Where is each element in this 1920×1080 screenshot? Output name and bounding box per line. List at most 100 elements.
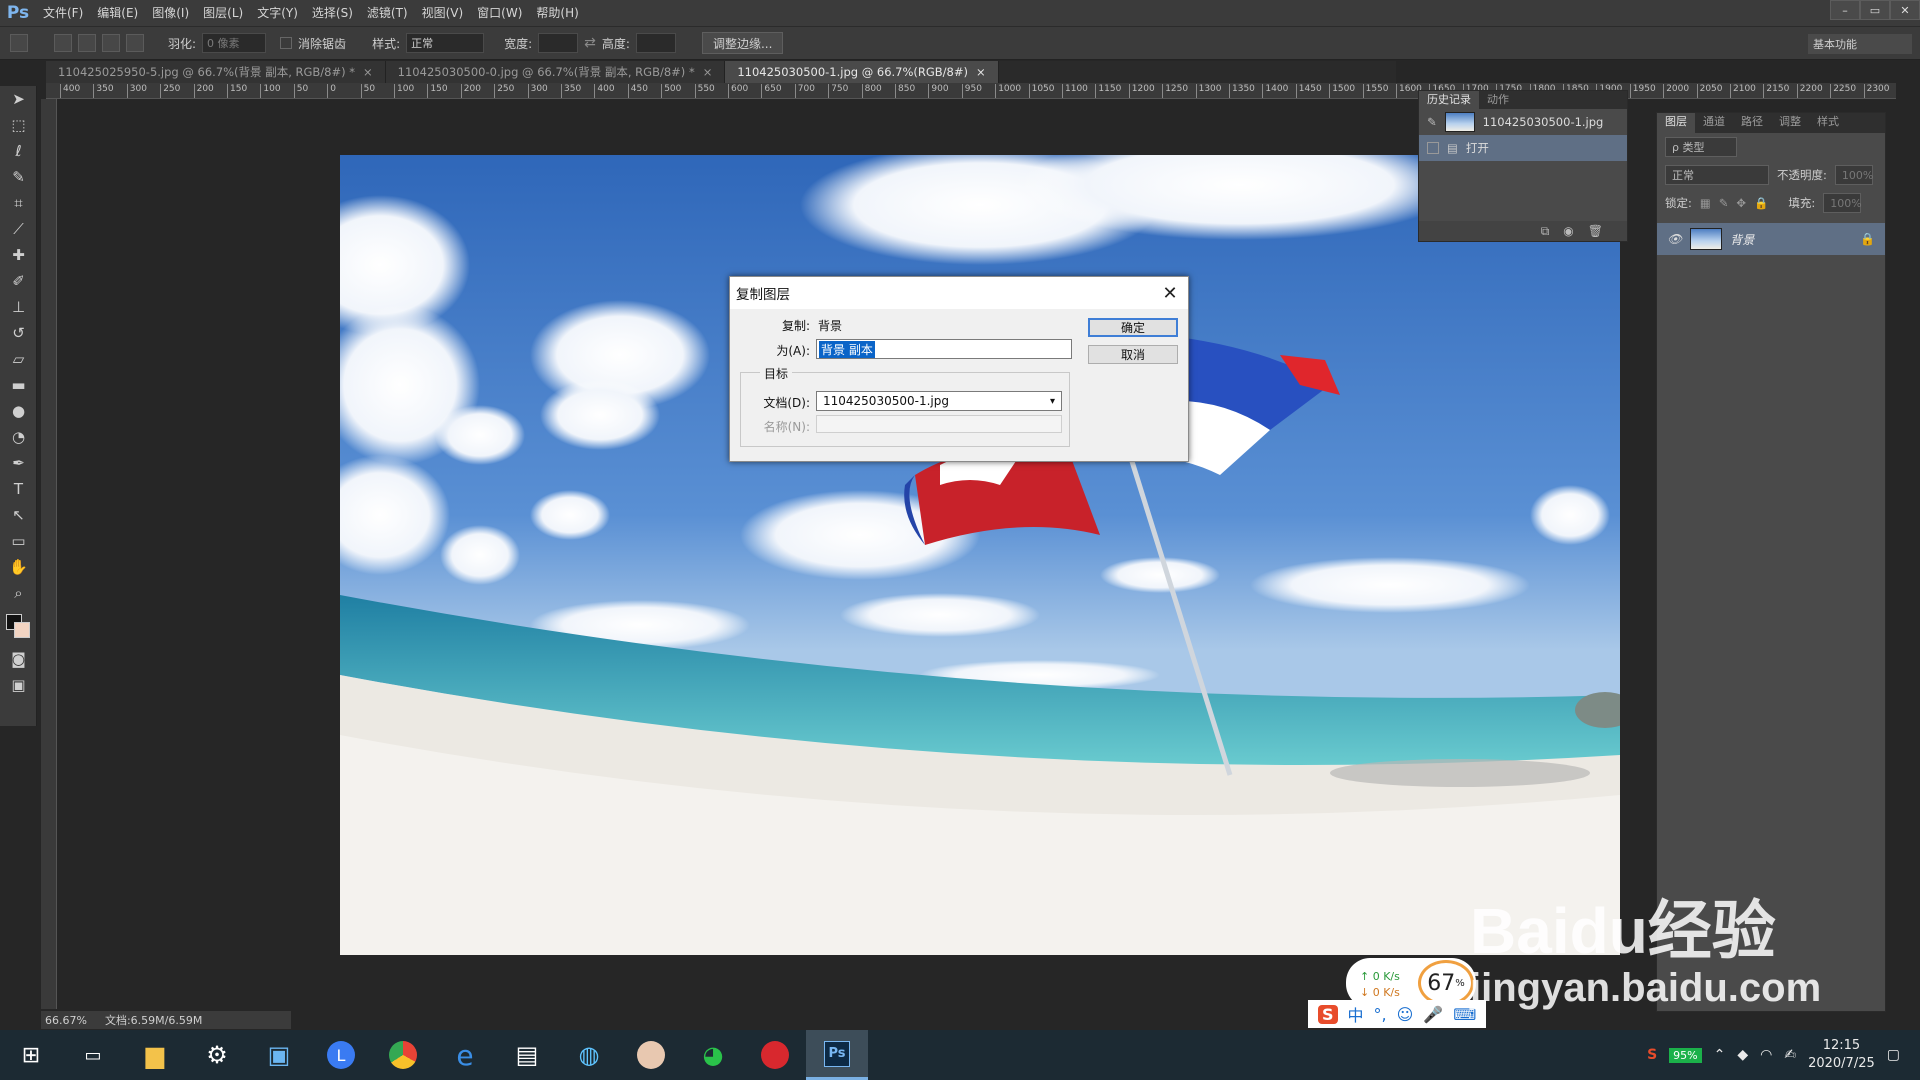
clone-stamp-tool-icon[interactable]: ⊥ — [0, 294, 37, 320]
brush-tool-icon[interactable]: ✐ — [0, 268, 37, 294]
tab-actions[interactable]: 动作 — [1479, 91, 1517, 109]
ime-voice-icon[interactable]: 🎤 — [1423, 1005, 1443, 1024]
tab-styles[interactable]: 样式 — [1809, 113, 1847, 133]
tab-channels[interactable]: 通道 — [1695, 113, 1733, 133]
blend-mode-select[interactable]: 正常 — [1665, 165, 1769, 185]
dodge-tool-icon[interactable]: ◔ — [0, 424, 37, 450]
restore-button[interactable]: ▭ — [1860, 0, 1890, 20]
dialog-close-icon[interactable]: ✕ — [1152, 277, 1188, 309]
ok-button[interactable]: 确定 — [1088, 318, 1178, 337]
path-select-tool-icon[interactable]: ↖ — [0, 502, 37, 528]
quick-select-tool-icon[interactable]: ✎ — [0, 164, 37, 190]
wifi-icon[interactable]: ◠ — [1760, 1047, 1772, 1063]
workspace-select[interactable]: 基本功能 — [1808, 34, 1912, 54]
history-state-open[interactable]: ▤ 打开 — [1419, 135, 1627, 161]
feather-input[interactable]: 0 像素 — [202, 33, 267, 53]
new-document-from-state-icon[interactable]: ⧉ — [1541, 224, 1550, 239]
hand-tool-icon[interactable]: ✋ — [0, 554, 37, 580]
blur-tool-icon[interactable]: ● — [0, 398, 37, 424]
layer-row-background[interactable]: 👁 背景 🔒 — [1657, 223, 1885, 255]
trash-icon[interactable]: 🗑 — [1588, 224, 1603, 238]
shape-tool-icon[interactable]: ▭ — [0, 528, 37, 554]
menu-type[interactable]: 文字(Y) — [250, 0, 305, 26]
menu-edit[interactable]: 编辑(E) — [90, 0, 145, 26]
menu-layer[interactable]: 图层(L) — [196, 0, 250, 26]
visibility-eye-icon[interactable]: 👁 — [1667, 232, 1682, 246]
intersect-selection-icon[interactable] — [126, 34, 144, 52]
tab-history[interactable]: 历史记录 — [1419, 91, 1479, 109]
history-brush-tool-icon[interactable]: ↺ — [0, 320, 37, 346]
height-input[interactable] — [635, 33, 676, 53]
eyedropper-tool-icon[interactable]: ⟋ — [0, 216, 37, 242]
user-avatar-icon[interactable] — [620, 1030, 682, 1080]
task-view-icon[interactable]: ▭ — [62, 1030, 124, 1080]
camera-icon[interactable]: ◉ — [1563, 224, 1573, 238]
tab-document-1[interactable]: 110425025950-5.jpg @ 66.7%(背景 副本, RGB/8#… — [46, 61, 386, 83]
lasso-tool-icon[interactable]: ℓ — [0, 138, 37, 164]
menu-filter[interactable]: 滤镜(T) — [360, 0, 415, 26]
document-select[interactable]: 110425030500-1.jpg ▾ — [816, 391, 1062, 411]
tab-document-2[interactable]: 110425030500-0.jpg @ 66.7%(背景 副本, RGB/8#… — [385, 61, 726, 83]
pen-tool-icon[interactable]: ✒ — [0, 450, 37, 476]
close-button[interactable]: ✕ — [1890, 0, 1920, 20]
ime-emoji-icon[interactable]: ☺ — [1397, 1005, 1414, 1024]
doc-size[interactable]: 文档:6.59M/6.59M — [105, 1012, 202, 1028]
move-tool-icon[interactable]: ➤ — [0, 86, 37, 112]
minimize-button[interactable]: – — [1830, 0, 1860, 20]
start-button-icon[interactable]: ⊞ — [0, 1030, 62, 1080]
lock-pixels-icon[interactable]: ✎ — [1719, 196, 1729, 210]
color-swatches[interactable] — [0, 606, 36, 646]
opacity-input[interactable]: 100% — [1834, 165, 1873, 185]
zoom-tool-icon[interactable]: ⌕ — [0, 580, 37, 606]
document-canvas[interactable] — [340, 155, 1620, 955]
notification-icon[interactable]: ▢ — [1887, 1047, 1900, 1063]
as-input[interactable]: 背景 副本 — [816, 339, 1072, 359]
history-checkbox-icon[interactable] — [1427, 142, 1439, 154]
battery-indicator[interactable]: 95% — [1669, 1047, 1702, 1063]
qq-tray-icon[interactable]: ◆ — [1737, 1047, 1748, 1063]
fill-input[interactable]: 100% — [1823, 193, 1862, 213]
internet-explorer-icon[interactable]: e — [434, 1030, 496, 1080]
qq-browser-icon[interactable]: ◍ — [558, 1030, 620, 1080]
width-input[interactable] — [538, 33, 579, 53]
sogou-logo-icon[interactable]: S — [1318, 1004, 1338, 1024]
pen-icon[interactable]: ✍ — [1784, 1047, 1796, 1063]
cancel-button[interactable]: 取消 — [1088, 345, 1178, 364]
menu-view[interactable]: 视图(V) — [415, 0, 471, 26]
store-icon[interactable]: ▤ — [496, 1030, 558, 1080]
history-snapshot[interactable]: ✎ 110425030500-1.jpg — [1419, 109, 1627, 135]
style-select[interactable]: 正常 — [406, 33, 485, 53]
add-selection-icon[interactable] — [78, 34, 96, 52]
quick-mask-icon[interactable]: ◙ — [0, 646, 37, 672]
healing-brush-tool-icon[interactable]: ✚ — [0, 242, 37, 268]
screen-mode-icon[interactable]: ▣ — [0, 672, 37, 698]
marquee-tool-icon[interactable]: ⬚ — [0, 112, 37, 138]
lock-all-icon[interactable]: 🔒 — [1754, 196, 1768, 210]
photos-icon[interactable]: ▣ — [248, 1030, 310, 1080]
sogou-tray-icon[interactable]: S — [1647, 1047, 1657, 1063]
menu-select[interactable]: 选择(S) — [305, 0, 360, 26]
history-brush-source-icon[interactable]: ✎ — [1427, 115, 1437, 129]
crop-tool-icon[interactable]: ⌗ — [0, 190, 37, 216]
tab-close-icon[interactable]: × — [703, 65, 713, 79]
chrome-icon[interactable] — [372, 1030, 434, 1080]
new-selection-icon[interactable] — [54, 34, 72, 52]
tab-close-icon[interactable]: × — [363, 65, 373, 79]
ime-chinese-mode[interactable]: 中 — [1348, 1002, 1364, 1026]
menu-file[interactable]: 文件(F) — [36, 0, 90, 26]
tab-close-icon[interactable]: × — [976, 65, 986, 79]
lock-transparent-icon[interactable]: ▦ — [1700, 196, 1711, 210]
lock-position-icon[interactable]: ✥ — [1736, 196, 1746, 210]
wechat-icon[interactable]: ◕ — [682, 1030, 744, 1080]
menu-image[interactable]: 图像(I) — [145, 0, 196, 26]
tab-adjustments[interactable]: 调整 — [1771, 113, 1809, 133]
refine-edge-button[interactable]: 调整边缘... — [701, 32, 784, 54]
zoom-level[interactable]: 66.67% — [45, 1014, 87, 1027]
layer-kind-select[interactable]: ρ 类型 — [1665, 137, 1737, 157]
chevron-up-icon[interactable]: ⌃ — [1714, 1047, 1726, 1063]
file-explorer-icon[interactable]: ▆ — [124, 1030, 186, 1080]
menu-window[interactable]: 窗口(W) — [470, 0, 529, 26]
photoshop-taskbar-icon[interactable]: Ps — [806, 1030, 868, 1080]
swap-icon[interactable]: ⇄ — [584, 35, 596, 51]
gradient-tool-icon[interactable]: ▬ — [0, 372, 37, 398]
